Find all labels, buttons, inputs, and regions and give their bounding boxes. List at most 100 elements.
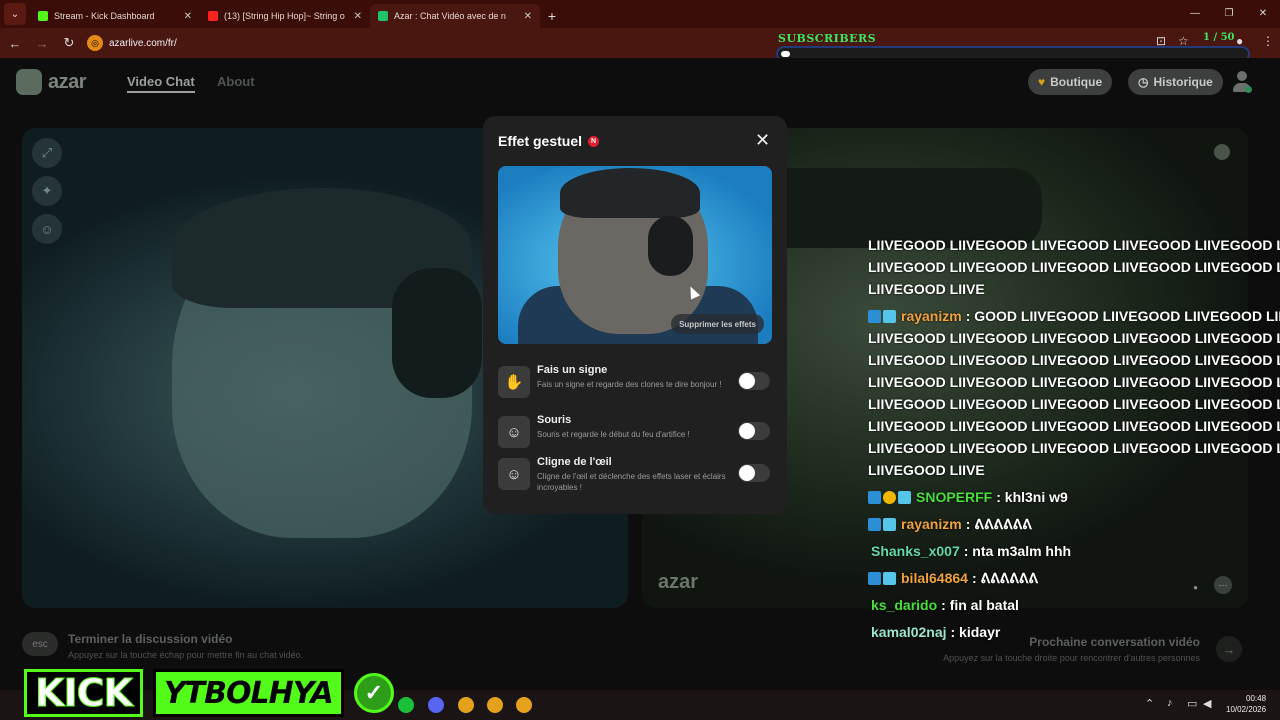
esc-key-button[interactable]: esc — [22, 632, 58, 656]
chat-message-text: : fin al batal — [941, 597, 1019, 613]
microphone-icon[interactable]: ♪ — [1167, 697, 1173, 709]
preview-hair — [560, 168, 700, 218]
chat-text-line: LIIVEGOOD LIIVEGOOD LIIVEGOOD LIIVEGOOD … — [868, 418, 1280, 434]
badge-icon — [868, 571, 881, 585]
kick-channel-banner: KICK YTBOLHYA ✓ — [24, 669, 394, 717]
wave-toggle[interactable] — [738, 372, 770, 390]
option-title: Cligne de l'œil — [537, 456, 612, 468]
site-info-icon[interactable]: ◎ — [87, 35, 103, 51]
expand-icon[interactable]: ⤢ — [32, 138, 62, 168]
badge-icon — [898, 490, 911, 504]
chat-username[interactable]: ks_darido — [871, 594, 937, 616]
taskbar-clock[interactable]: 00:48 10/02/2026 — [1226, 693, 1266, 715]
boutique-button[interactable]: ♥ Boutique — [1028, 69, 1113, 95]
option-description: Cligne de l'œil et déclenche des effets … — [537, 472, 726, 492]
minimize-icon[interactable]: — — [1178, 0, 1212, 26]
new-tab-button[interactable]: + — [540, 4, 564, 28]
new-badge: N — [588, 136, 599, 147]
chat-message-text: : ᕕᕕᕕᕕᕕᕕ — [965, 516, 1032, 532]
tab-youtube[interactable]: (13) [String Hip Hop]~ String o ✕ — [200, 4, 370, 28]
chat-text-line: LIIVEGOOD LIIVEGOOD LIIVEGOOD LIIVEGOOD … — [868, 237, 1280, 253]
magic-wand-icon[interactable]: ✦ — [32, 176, 62, 206]
discord-icon[interactable] — [428, 697, 444, 713]
channel-name-box: YTBOLHYA — [152, 669, 344, 717]
chat-message-text: : nta m3alm hhh — [963, 543, 1072, 559]
chat-message: kamal02naj: kidayr — [868, 621, 1280, 643]
badge-icon — [883, 571, 896, 585]
azar-logo[interactable]: azar — [16, 69, 87, 95]
chat-username[interactable]: rayanizm — [901, 305, 962, 327]
wink-toggle[interactable] — [738, 464, 770, 482]
chat-text-line: LIIVEGOOD LIIVEGOOD LIIVEGOOD LIIVEGOOD … — [868, 259, 1280, 275]
chrome-icon[interactable] — [458, 697, 474, 713]
preview-headphone — [648, 216, 693, 276]
chat-message: rayanizm: ᕕᕕᕕᕕᕕᕕ — [868, 513, 1280, 535]
close-tab-icon[interactable]: ✕ — [524, 11, 532, 22]
effect-preview: Supprimer les effets — [498, 166, 772, 344]
chat-username[interactable]: Shanks_x007 — [871, 540, 960, 562]
chat-username[interactable]: kamal02naj — [871, 621, 947, 643]
smile-toggle[interactable] — [738, 422, 770, 440]
chrome-icon[interactable] — [487, 697, 503, 713]
option-wink: ☺ Cligne de l'œil Cligne de l'œil et déc… — [498, 456, 772, 496]
historique-button[interactable]: ◷ Historique — [1128, 69, 1223, 95]
stream-chat-overlay: LIIVEGOOD LIIVEGOOD LIIVEGOOD LIIVEGOOD … — [868, 234, 1280, 643]
clock-time: 00:48 — [1246, 694, 1267, 703]
tray-chevron-icon[interactable]: ⌃ — [1145, 697, 1154, 710]
address-bar[interactable]: ◎ azarlive.com/fr/ — [87, 32, 777, 54]
reload-icon[interactable]: ↻ — [57, 31, 81, 55]
next-chat-subtitle: Appuyez sur la touche droite pour rencon… — [943, 653, 1200, 663]
volume-icon[interactable]: ◀ — [1203, 697, 1211, 710]
badge-icon — [883, 517, 896, 531]
app-icon[interactable] — [398, 697, 414, 713]
network-icon[interactable]: ▭ — [1187, 697, 1197, 710]
gesture-effect-modal: Effet gestuel N ✕ Supprimer les effets ✋… — [483, 116, 787, 514]
end-chat-subtitle: Appuyez sur la touche échap pour mettre … — [68, 650, 304, 660]
tab-search-button[interactable]: ⌄ — [4, 3, 26, 25]
tab-azar[interactable]: Azar : Chat Vidéo avec de n ✕ — [370, 4, 540, 28]
chrome-icon[interactable] — [516, 697, 532, 713]
chat-message-text: : ᕕᕕᕕᕕᕕᕕ — [971, 570, 1038, 586]
forward-icon[interactable]: → — [30, 31, 54, 55]
user-badges — [868, 309, 896, 323]
chat-text-line: LIIVEGOOD LIIVEGOOD LIIVEGOOD LIIVEGOOD … — [868, 352, 1280, 368]
badge-icon — [868, 490, 881, 504]
maximize-icon[interactable]: ❐ — [1212, 0, 1246, 26]
azar-logo-text: azar — [48, 70, 87, 93]
modal-title: Effet gestuel — [498, 133, 583, 149]
browser-menu-icon[interactable]: ⋮ — [1262, 34, 1274, 48]
chat-text-line: LIIVEGOOD LIIVE — [868, 281, 985, 297]
wink-icon: ☺ — [498, 458, 530, 490]
subscribers-goal-count: 1 / 50 — [1203, 32, 1235, 43]
close-tab-icon[interactable]: ✕ — [354, 11, 362, 22]
boutique-label: Boutique — [1050, 75, 1103, 89]
report-icon[interactable] — [1214, 144, 1230, 160]
face-effect-icon[interactable]: ☺ — [32, 214, 62, 244]
user-avatar-icon[interactable] — [1232, 71, 1252, 93]
chat-message: SNOPERFF: khl3ni w9 — [868, 486, 1280, 508]
badge-icon — [868, 517, 881, 531]
chat-username[interactable]: rayanizm — [901, 513, 962, 535]
close-tab-icon[interactable]: ✕ — [184, 11, 192, 22]
kick-logo-text: KICK — [35, 671, 134, 716]
badge-icon — [883, 309, 896, 323]
close-modal-icon[interactable]: ✕ — [755, 130, 770, 151]
kick-logo: KICK — [24, 669, 143, 717]
nav-video-chat[interactable]: Video Chat — [127, 74, 195, 93]
subscribers-progress-fill — [781, 51, 791, 57]
chat-message: Shanks_x007: nta m3alm hhh — [868, 540, 1280, 562]
nav-about[interactable]: About — [217, 74, 255, 89]
url-text: azarlive.com/fr/ — [109, 37, 177, 49]
chat-username[interactable]: bilal64864 — [901, 567, 968, 589]
option-smile: ☺ Souris Souris et regarde le début du f… — [498, 414, 772, 454]
end-chat-title: Terminer la discussion vidéo — [68, 632, 233, 646]
option-description: Fais un signe et regarde des clones te d… — [537, 380, 722, 389]
close-window-icon[interactable]: ✕ — [1246, 0, 1280, 26]
chat-username[interactable]: SNOPERFF — [916, 486, 992, 508]
back-icon[interactable]: ← — [3, 31, 27, 55]
historique-label: Historique — [1153, 75, 1213, 89]
tab-kick-dashboard[interactable]: Stream - Kick Dashboard ✕ — [30, 4, 200, 28]
remove-effects-button[interactable]: Supprimer les effets — [671, 314, 764, 334]
chat-text-line: LIIVEGOOD LIIVE — [868, 462, 985, 478]
channel-name: YTBOLHYA — [163, 675, 334, 711]
